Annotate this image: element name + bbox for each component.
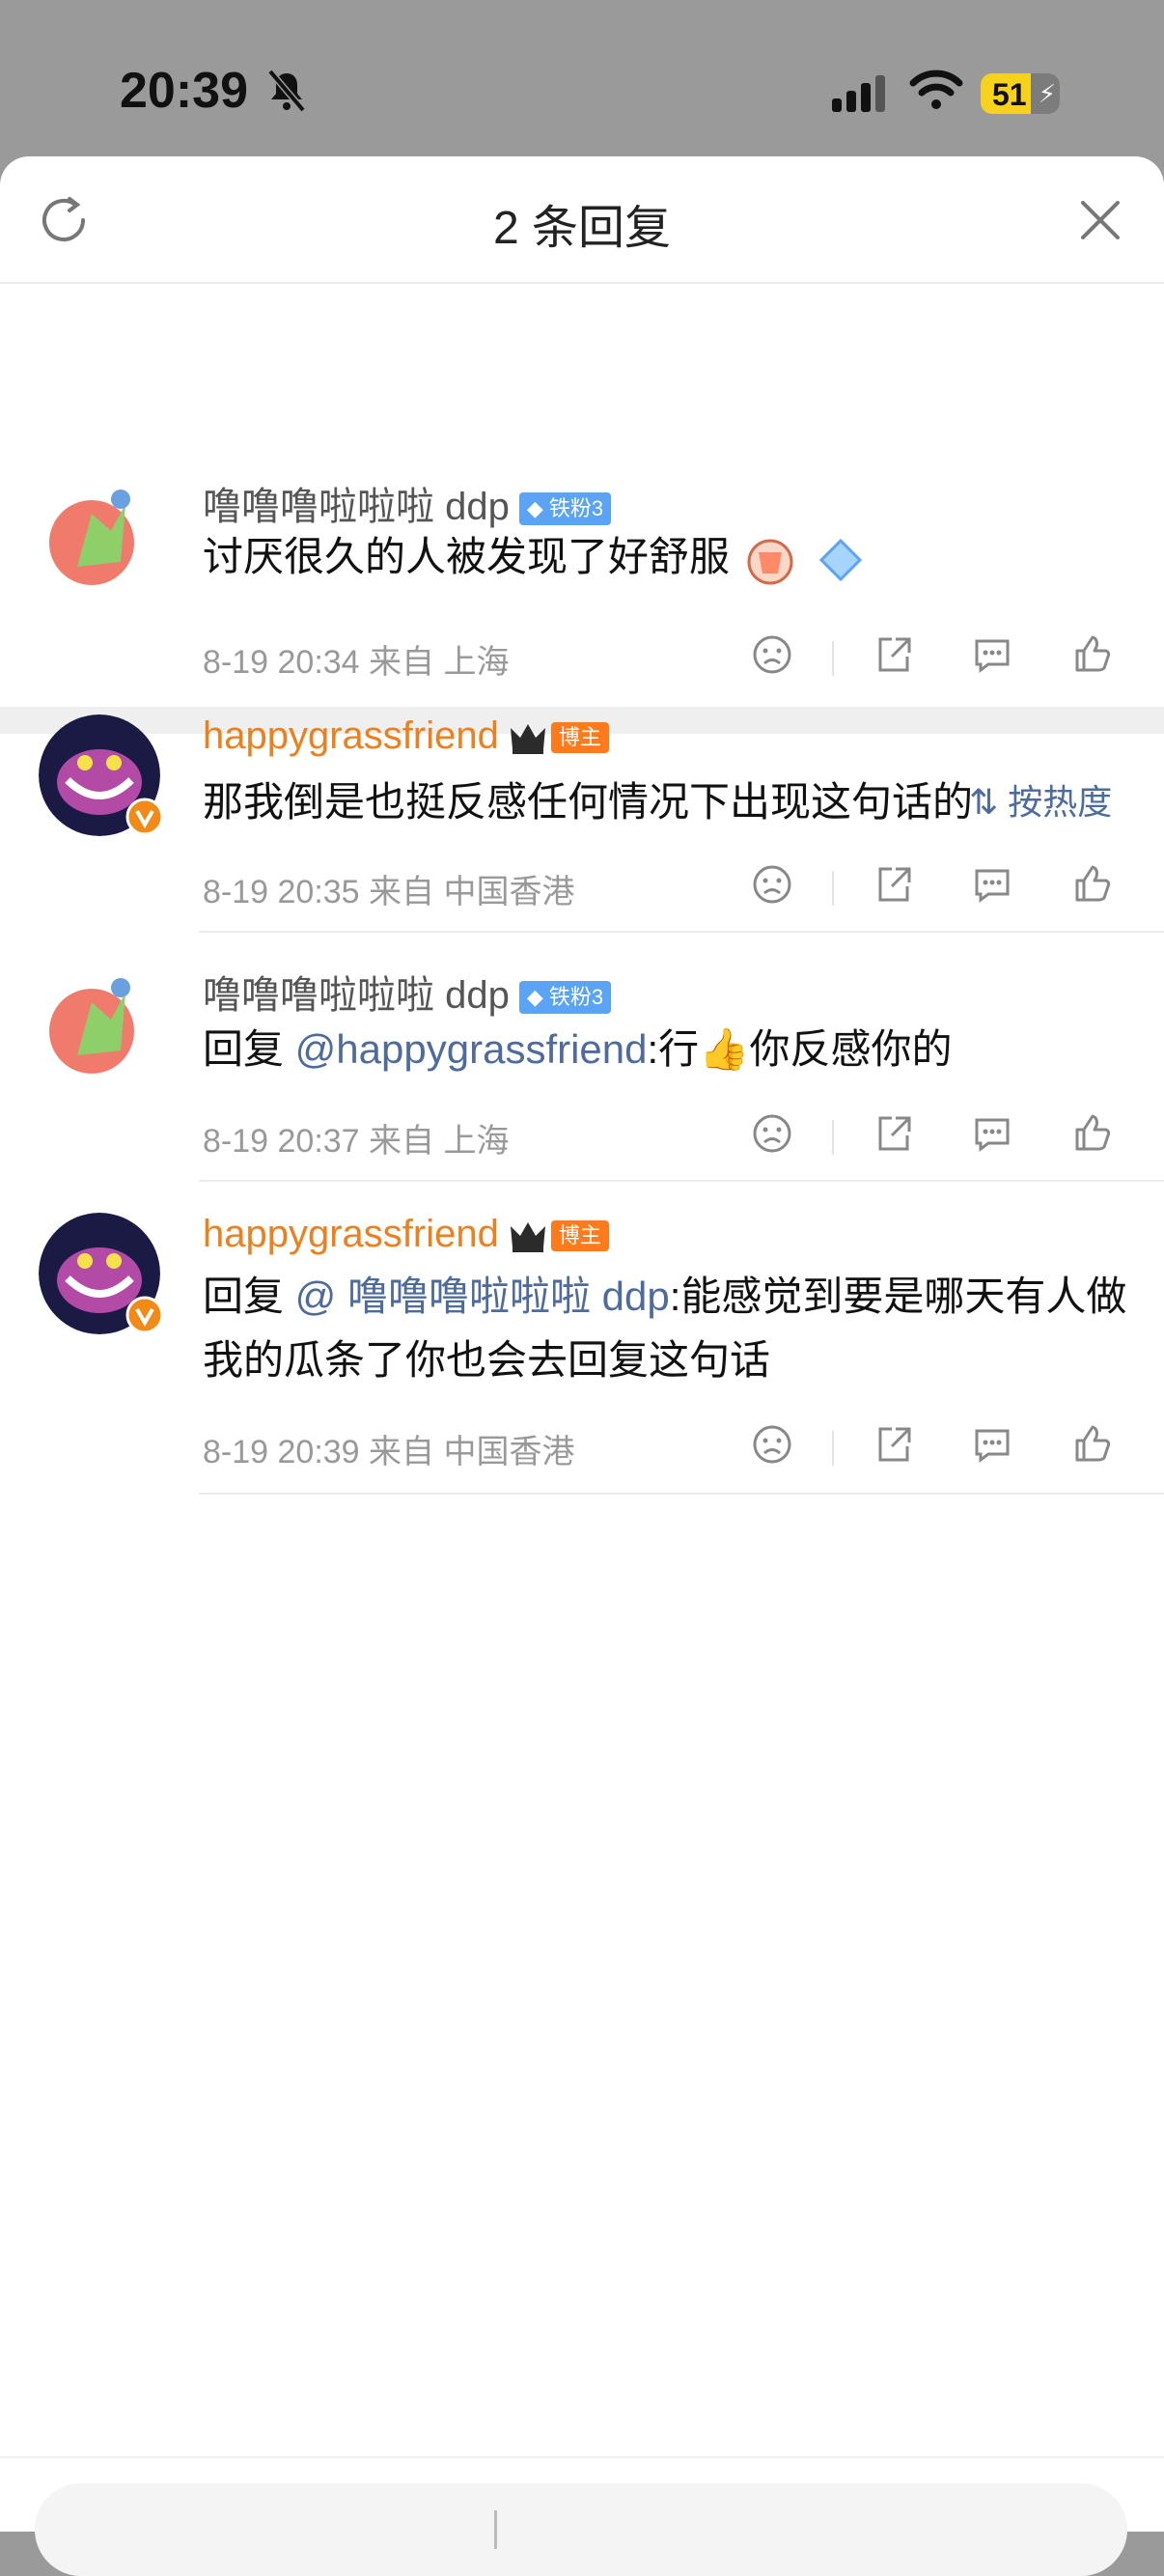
- share-icon[interactable]: [873, 863, 915, 906]
- fan-badge-label: 铁粉3: [548, 985, 604, 1010]
- fan-badge: ◆ 铁粉3: [518, 492, 612, 526]
- comment-author[interactable]: 噜噜噜啦啦啦 ddp ◆ 铁粉3: [203, 475, 612, 531]
- blogger-badge: 博主: [550, 722, 609, 754]
- comment-text-body: 讨厌很久的人被发现了好舒服: [203, 534, 731, 579]
- divider: [199, 931, 1164, 933]
- divider: [832, 1431, 834, 1466]
- text-cursor: [494, 2510, 497, 2549]
- share-icon[interactable]: [873, 1423, 915, 1466]
- comment-actions: [743, 863, 1129, 911]
- avatar[interactable]: [39, 964, 160, 1085]
- status-time: 20:39: [120, 63, 248, 119]
- comment-text: 回复 @ 噜噜噜啦啦啦 ddp:能感觉到要是哪天有人做我的瓜条了你也会去回复这句…: [203, 1265, 1129, 1392]
- comment-meta: 8-19 20:39 来自 中国香港: [203, 1434, 575, 1470]
- comment-author[interactable]: 噜噜噜啦啦啦 ddp ◆ 铁粉3: [203, 964, 612, 1020]
- comment-icon[interactable]: [971, 863, 1013, 906]
- avatar[interactable]: [39, 475, 160, 597]
- comment-icon[interactable]: [971, 1423, 1013, 1466]
- page-title: 2 条回复: [492, 203, 672, 254]
- bell-muted-icon: [267, 70, 306, 112]
- fan-badge: ◆ 铁粉3: [518, 981, 612, 1015]
- fan-badge-label: 铁粉3: [548, 496, 604, 521]
- reply-input[interactable]: [35, 2483, 1127, 2576]
- sheet-header: 2 条回复: [0, 156, 1164, 284]
- close-icon[interactable]: [1077, 197, 1123, 243]
- share-icon[interactable]: [873, 633, 915, 676]
- author-name[interactable]: 噜噜噜啦啦啦 ddp: [203, 974, 510, 1017]
- battery-level: 51: [992, 77, 1027, 112]
- dislike-icon[interactable]: [751, 633, 793, 676]
- divider: [832, 1120, 834, 1155]
- status-bar: 20:39 51 ⚡: [0, 0, 1164, 154]
- divider: [199, 1493, 1164, 1495]
- signal-icon: [832, 75, 885, 112]
- emoji-icon: [747, 539, 793, 585]
- divider: [0, 2456, 1164, 2458]
- comment-text: 那我倒是也挺反感任何情况下出现这句话的: [203, 779, 974, 825]
- comment-meta: 8-19 20:35 来自 中国香港: [203, 874, 575, 910]
- mention-link[interactable]: @ 噜噜噜啦啦啦 ddp: [295, 1274, 670, 1319]
- comment-text-body: :行: [647, 1026, 700, 1072]
- battery-icon: 51 ⚡: [981, 73, 1060, 114]
- author-name[interactable]: happygrassfriend: [203, 1213, 499, 1255]
- reply-prefix: 回复: [203, 1274, 295, 1319]
- blogger-badge: 博主: [550, 1220, 609, 1252]
- divider: [199, 1180, 1164, 1182]
- comment-text: 讨厌很久的人被发现了好舒服: [203, 525, 1129, 589]
- comment-actions: [743, 633, 1129, 682]
- like-icon[interactable]: [1071, 633, 1114, 676]
- divider: [832, 871, 834, 906]
- mention-link[interactable]: @happygrassfriend: [295, 1026, 648, 1072]
- crown-icon: [510, 1222, 545, 1253]
- comment-author[interactable]: happygrassfriend 博主: [203, 714, 609, 758]
- divider: [832, 641, 834, 676]
- comment-text-tail: 你反感你的: [749, 1026, 953, 1072]
- comment-actions: [743, 1112, 1129, 1161]
- comment-meta: 8-19 20:34 来自 上海: [203, 644, 510, 681]
- comment-icon[interactable]: [971, 633, 1013, 676]
- comment-meta: 8-19 20:37 来自 上海: [203, 1123, 510, 1160]
- diamond-icon: [819, 538, 863, 582]
- replies-sheet: 2 条回复 噜噜噜啦啦啦 ddp ◆ 铁粉3 讨厌很久的人被发现了好舒服 8-19…: [0, 156, 1164, 2576]
- share-icon[interactable]: [873, 1112, 915, 1155]
- dislike-icon[interactable]: [751, 1423, 793, 1466]
- like-icon[interactable]: [1071, 1423, 1114, 1466]
- crown-icon: [510, 724, 545, 755]
- like-icon[interactable]: [1071, 863, 1114, 906]
- verified-icon: [125, 798, 164, 836]
- comment-text: 回复 @happygrassfriend:行👍你反感你的: [203, 1018, 1129, 1081]
- comment-actions: [743, 1423, 1129, 1471]
- dislike-icon[interactable]: [751, 1112, 793, 1155]
- verified-icon: [125, 1296, 164, 1334]
- comment-author[interactable]: happygrassfriend 博主: [203, 1213, 609, 1256]
- parent-comment: 噜噜噜啦啦啦 ddp ◆ 铁粉3 讨厌很久的人被发现了好舒服 8-19 20:34…: [0, 311, 1164, 697]
- author-name[interactable]: 噜噜噜啦啦啦 ddp: [203, 486, 510, 528]
- like-icon[interactable]: [1071, 1112, 1114, 1155]
- thumbs-up-emoji: 👍: [699, 1026, 750, 1072]
- wifi-icon: [909, 70, 963, 109]
- dislike-icon[interactable]: [751, 863, 793, 906]
- comment-icon[interactable]: [971, 1112, 1013, 1155]
- reply-prefix: 回复: [203, 1026, 295, 1072]
- author-name[interactable]: happygrassfriend: [203, 714, 499, 757]
